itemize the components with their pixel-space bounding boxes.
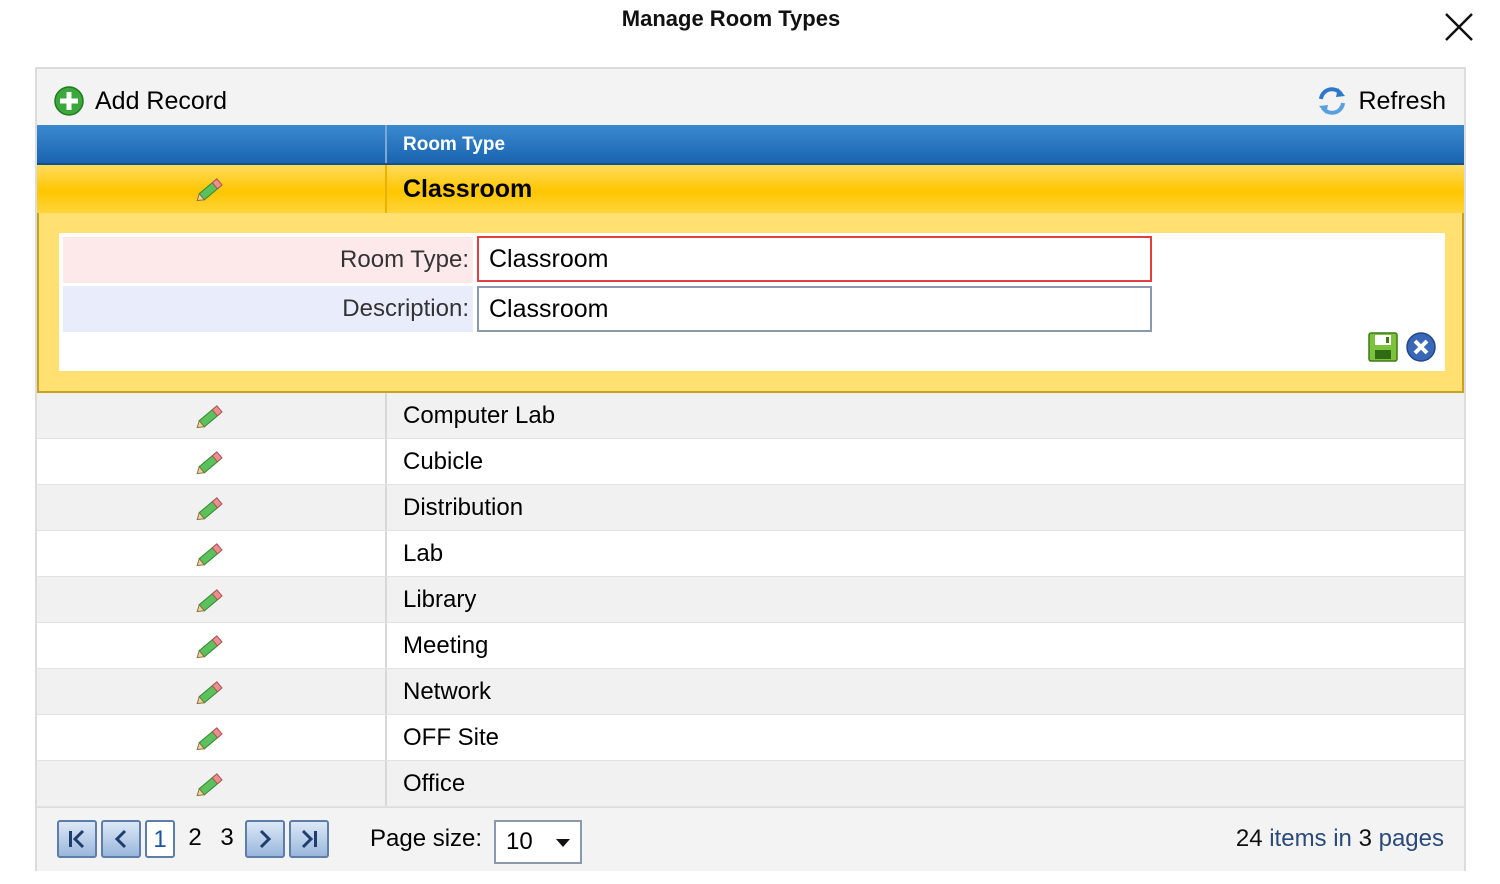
page-3-link[interactable]: 3: [217, 820, 237, 858]
refresh-button[interactable]: Refresh: [1316, 83, 1446, 119]
edit-cell[interactable]: [37, 393, 387, 438]
row-room-type: Office: [403, 770, 466, 797]
page-size-value: 10: [506, 828, 533, 855]
page-2-link[interactable]: 2: [185, 820, 205, 858]
last-page-button[interactable]: [289, 820, 329, 858]
cancel-button[interactable]: [1405, 331, 1437, 363]
description-input[interactable]: [477, 286, 1152, 332]
edit-cell[interactable]: [37, 577, 387, 622]
grid-toolbar: Add Record Refresh: [37, 69, 1464, 125]
row-room-type: Cubicle: [403, 448, 484, 475]
edit-cell[interactable]: [37, 715, 387, 760]
refresh-label: Refresh: [1358, 86, 1446, 115]
table-row[interactable]: Lab: [37, 531, 1464, 577]
room-type-input[interactable]: [477, 236, 1152, 282]
page-size-dropdown[interactable]: 10: [494, 820, 582, 864]
selected-row[interactable]: Classroom: [37, 165, 1464, 213]
row-room-type: Distribution: [403, 494, 524, 521]
previous-page-button[interactable]: [101, 820, 141, 858]
next-page-button[interactable]: [245, 820, 285, 858]
cancel-icon[interactable]: [1405, 331, 1437, 363]
items-in-text: items in: [1262, 825, 1359, 852]
row-room-type: Network: [403, 678, 492, 705]
first-page-button[interactable]: [57, 820, 97, 858]
first-page-icon: [69, 829, 85, 849]
last-page-icon: [301, 829, 317, 849]
edit-cell[interactable]: [37, 439, 387, 484]
form-actions: [1367, 331, 1437, 363]
row-room-type: Lab: [403, 540, 444, 567]
save-icon[interactable]: [1367, 331, 1399, 363]
room-type-column-header[interactable]: Room Type: [403, 125, 505, 163]
chevron-left-icon: [114, 829, 127, 849]
chevron-down-icon: [556, 839, 570, 847]
pager-info: 24 items in 3 pages: [1236, 822, 1444, 856]
pencil-icon[interactable]: [195, 173, 227, 205]
table-row[interactable]: Library: [37, 577, 1464, 623]
edit-column-header: [37, 125, 387, 163]
edit-cell[interactable]: [37, 761, 387, 806]
row-room-type: Classroom: [403, 175, 533, 203]
pencil-icon[interactable]: [195, 630, 227, 662]
table-row[interactable]: Office: [37, 761, 1464, 807]
row-room-type: Library: [403, 586, 477, 613]
grid-header: Room Type: [37, 125, 1464, 165]
add-record-button[interactable]: Add Record: [53, 83, 227, 119]
table-row[interactable]: OFF Site: [37, 715, 1464, 761]
grid-pager: 1 2 3 Page size: 10 24 items in 3 pages: [37, 807, 1464, 871]
edit-form-body: Room Type: Description:: [59, 233, 1445, 371]
edit-cell[interactable]: [37, 669, 387, 714]
table-row[interactable]: Meeting: [37, 623, 1464, 669]
description-label: Description:: [63, 286, 473, 332]
pencil-icon[interactable]: [195, 492, 227, 524]
table-row[interactable]: Network: [37, 669, 1464, 715]
dialog-title: Manage Room Types: [621, 6, 841, 31]
add-icon: [54, 86, 84, 116]
edit-cell[interactable]: [37, 165, 387, 213]
edit-cell[interactable]: [37, 485, 387, 530]
table-row[interactable]: Distribution: [37, 485, 1464, 531]
save-button[interactable]: [1367, 331, 1399, 363]
pencil-icon[interactable]: [195, 538, 227, 570]
row-room-type: Meeting: [403, 632, 489, 659]
pencil-icon[interactable]: [195, 400, 227, 432]
chevron-right-icon: [259, 829, 272, 849]
inline-edit-form: Room Type: Description:: [37, 213, 1464, 393]
add-record-label: Add Record: [95, 86, 228, 115]
edit-cell[interactable]: [37, 623, 387, 668]
page-size-label: Page size:: [370, 825, 483, 852]
room-types-grid: Add Record Refresh Room Type Classroom R…: [35, 67, 1466, 871]
pencil-icon[interactable]: [195, 446, 227, 478]
total-pages: 3: [1358, 825, 1372, 852]
row-room-type: OFF Site: [403, 724, 500, 751]
page-1-link[interactable]: 1: [145, 820, 175, 858]
total-items: 24: [1235, 825, 1263, 852]
refresh-icon: [1319, 87, 1346, 115]
room-type-label: Room Type:: [63, 237, 473, 283]
pencil-icon[interactable]: [195, 768, 227, 800]
table-row[interactable]: Cubicle: [37, 439, 1464, 485]
pages-text: pages: [1371, 825, 1444, 852]
pencil-icon[interactable]: [195, 676, 227, 708]
row-room-type: Computer Lab: [403, 402, 556, 429]
pencil-icon[interactable]: [195, 584, 227, 616]
close-icon[interactable]: [1442, 10, 1476, 44]
edit-cell[interactable]: [37, 531, 387, 576]
grid-rows: Computer Lab Cubicle Distribution Lab Librar…: [37, 393, 1464, 807]
close-button[interactable]: [1442, 10, 1476, 44]
pencil-icon[interactable]: [195, 722, 227, 754]
table-row[interactable]: Computer Lab: [37, 393, 1464, 439]
